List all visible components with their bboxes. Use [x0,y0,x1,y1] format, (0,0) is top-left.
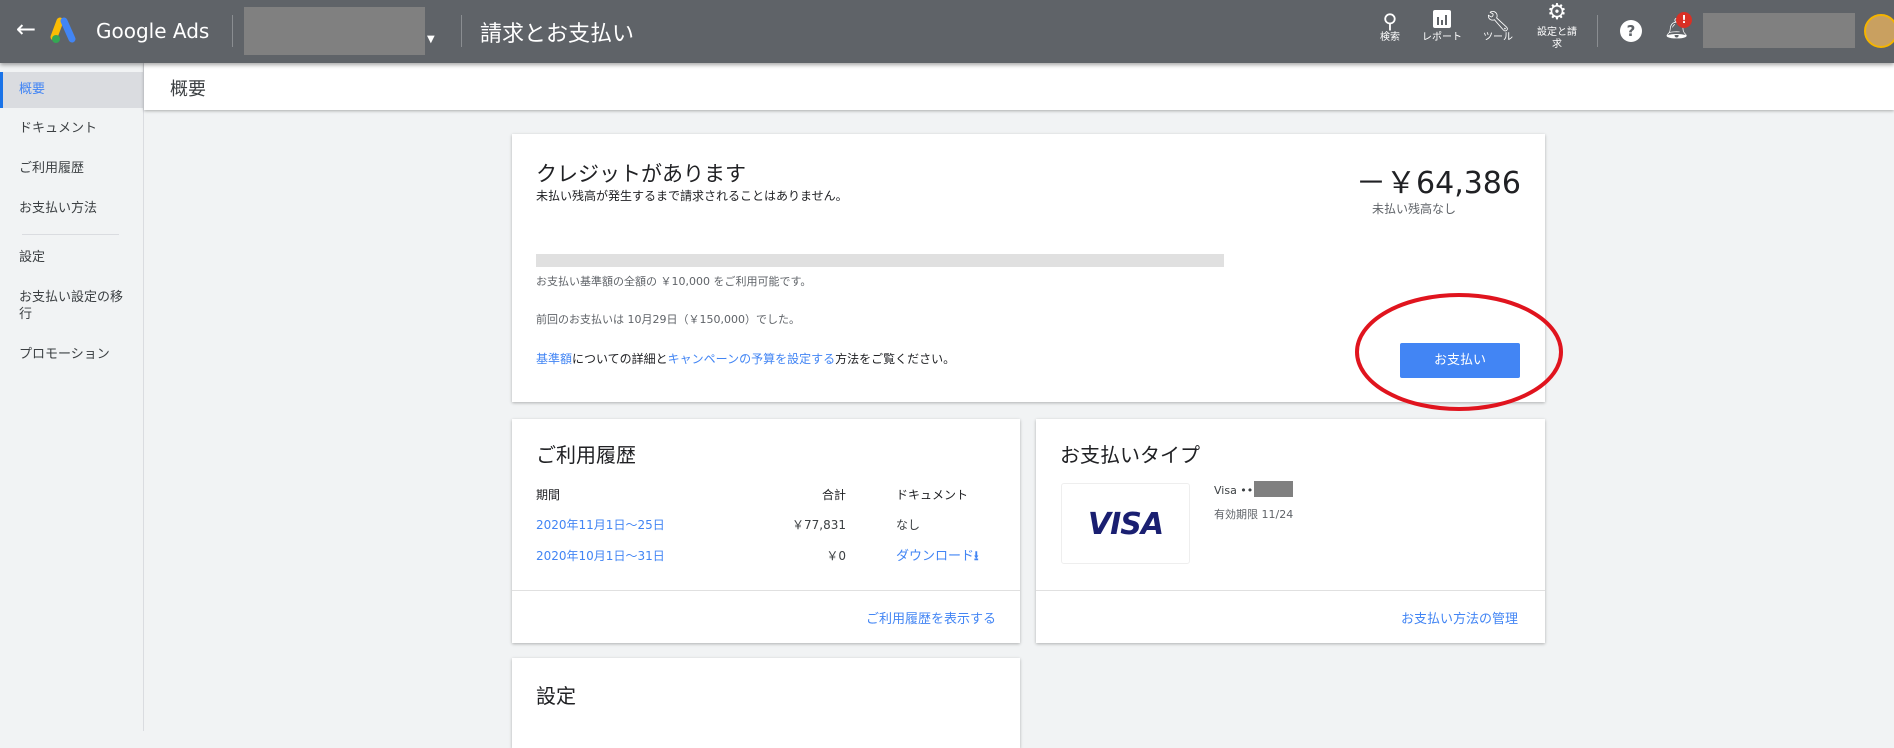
balance-note: 未払い残高なし [1372,202,1457,216]
tool-label: レポート [1422,32,1462,43]
column-period: 期間 [536,488,561,502]
help-icon[interactable]: ? [1620,20,1642,42]
tool-label: 設定と請求 [1537,27,1577,50]
tool-label: ツール [1483,32,1513,43]
notification-badge: ! [1676,12,1692,28]
available-text: お支払い基準額の全額の ￥10,000 をご利用可能です。 [536,275,812,288]
campaign-budget-link[interactable]: キャンペーンの予算を設定する [668,352,835,366]
subheader: 概要 [144,63,1894,110]
download-label: ダウンロード [896,549,975,564]
sidebar-item-overview[interactable]: 概要 [0,72,143,108]
sidebar-item-settings[interactable]: 設定 [0,249,143,266]
brand-name: Google Ads [96,19,210,43]
download-link[interactable]: ダウンロード⭳ [896,545,979,569]
account-info[interactable] [1703,13,1855,48]
column-document: ドキュメント [896,488,969,502]
subheader-title: 概要 [170,79,206,100]
info-text-part: 方法をご覧ください。 [835,352,956,366]
report-icon [1433,10,1451,28]
card-divider [512,590,1020,591]
tool-search[interactable]: ⚲ 検索 [1372,10,1408,44]
settings-card: 設定 [512,658,1020,748]
credit-title: クレジットがあります [536,162,746,186]
info-text: 基準額についての詳細とキャンペーンの予算を設定する方法をご覧ください。 [536,350,955,367]
tool-label: 検索 [1380,32,1400,43]
highlight-circle [1355,293,1563,411]
payment-type-title: お支払いタイプ [1060,443,1200,467]
last-payment-text: 前回のお支払いは 10月29日（￥150,000）でした。 [536,313,800,326]
usage-total: ￥0 [826,549,846,563]
info-text-part: についての詳細と [572,352,668,366]
column-total: 合計 [821,488,846,502]
payment-type-card: お支払いタイプ VISA Visa •••• 有効期限 11/24 お支払い方法… [1036,419,1545,643]
spend-progress-bar [536,254,1224,267]
tool-report[interactable]: レポート [1418,10,1466,44]
usage-title: ご利用履歴 [536,443,636,467]
tool-tools[interactable]: 🔧︎ ツール [1478,10,1518,44]
download-icon: ⭳ [974,549,979,564]
usage-card: ご利用履歴 期間 合計 ドキュメント 2020年11月1日～25日 ￥77,83… [512,419,1020,643]
search-icon: ⚲ [1382,9,1398,33]
card-number-redacted [1254,481,1293,497]
tool-settings-billing[interactable]: ⚙ 設定と請求 [1534,2,1580,51]
settings-title: 設定 [536,684,576,708]
credit-subtitle: 未払い残高が発生するまで請求されることはありません。 [536,189,848,203]
sidebar-item-promotions[interactable]: プロモーション [0,346,143,363]
card-expiry: 有効期限 11/24 [1214,508,1294,521]
top-bar: ← Google Ads ▼ 請求とお支払い ⚲ 検索 レポート 🔧︎ ツール … [0,0,1894,63]
card-divider [1036,590,1545,591]
sidebar-item-payment-transfer[interactable]: お支払い設定の移行 [0,289,130,323]
page-title: 請求とお支払い [480,22,635,47]
divider [461,15,462,47]
threshold-link[interactable]: 基準額 [536,352,572,366]
sidebar-divider [22,234,119,235]
view-usage-link[interactable]: ご利用履歴を表示する [866,608,996,627]
usage-total: ￥77,831 [792,518,846,532]
gear-icon: ⚙ [1547,0,1567,25]
manage-payment-methods-link[interactable]: お支払い方法の管理 [1401,608,1518,627]
sidebar-item-documents[interactable]: ドキュメント [0,120,143,137]
account-selector[interactable] [244,7,425,55]
usage-document: なし [896,518,921,532]
divider [232,15,233,47]
back-arrow-icon[interactable]: ← [16,15,36,43]
usage-period-link[interactable]: 2020年11月1日～25日 [536,516,665,533]
balance-amount: －￥64,386 [1356,166,1521,201]
divider [1597,15,1598,47]
sidebar-item-payment-methods[interactable]: お支払い方法 [0,200,143,217]
avatar[interactable] [1864,14,1894,48]
wrench-icon: 🔧︎ [1485,9,1511,33]
google-ads-logo-icon [50,17,76,43]
sidebar-item-usage[interactable]: ご利用履歴 [0,160,143,177]
usage-period-link[interactable]: 2020年10月1日～31日 [536,547,665,564]
visa-logo-icon: VISA [1061,483,1190,564]
caret-down-icon[interactable]: ▼ [427,34,435,45]
sidebar: 概要 ドキュメント ご利用履歴 お支払い方法 設定 お支払い設定の移行 プロモー… [0,63,144,731]
